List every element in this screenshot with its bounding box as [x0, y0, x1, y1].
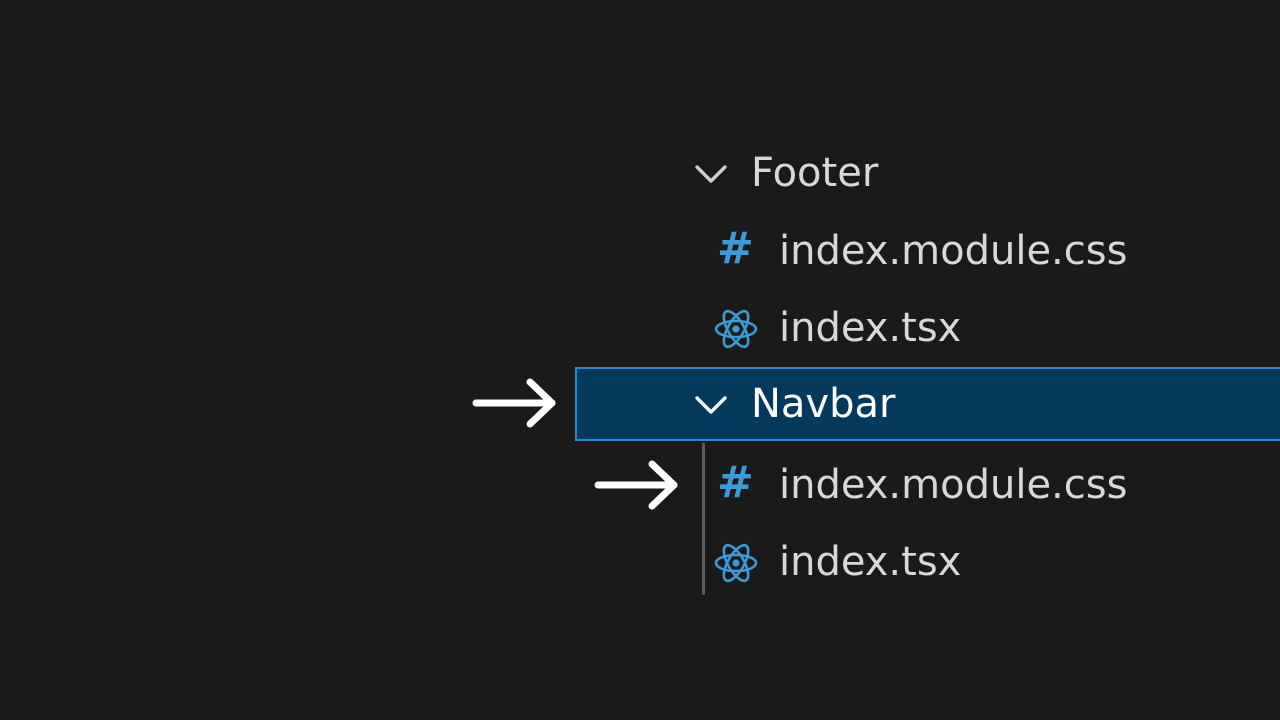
folder-label: Navbar — [751, 381, 896, 427]
chevron-down-icon[interactable] — [693, 156, 729, 192]
explorer-panel: Footer # index.module.css index.tsx Navb… — [0, 0, 1280, 720]
right-arrow-icon — [594, 460, 678, 510]
file-footer-index-module-css[interactable]: # index.module.css — [575, 214, 1280, 288]
right-arrow-icon — [472, 378, 556, 428]
file-footer-index-tsx[interactable]: index.tsx — [575, 291, 1280, 365]
file-label: index.module.css — [779, 462, 1128, 508]
folder-footer[interactable]: Footer — [575, 136, 1280, 210]
file-label: index.tsx — [779, 305, 962, 351]
css-hash-icon: # — [717, 223, 754, 274]
file-label: index.module.css — [779, 228, 1128, 274]
react-icon — [714, 309, 758, 349]
file-label: index.tsx — [779, 539, 962, 585]
css-hash-icon: # — [717, 457, 754, 508]
folder-navbar[interactable]: Navbar — [575, 367, 1280, 441]
react-icon — [714, 543, 758, 583]
file-navbar-index-tsx[interactable]: index.tsx — [575, 525, 1280, 599]
chevron-down-icon[interactable] — [693, 387, 729, 423]
folder-label: Footer — [751, 150, 879, 196]
file-navbar-index-module-css[interactable]: # index.module.css — [575, 448, 1280, 522]
